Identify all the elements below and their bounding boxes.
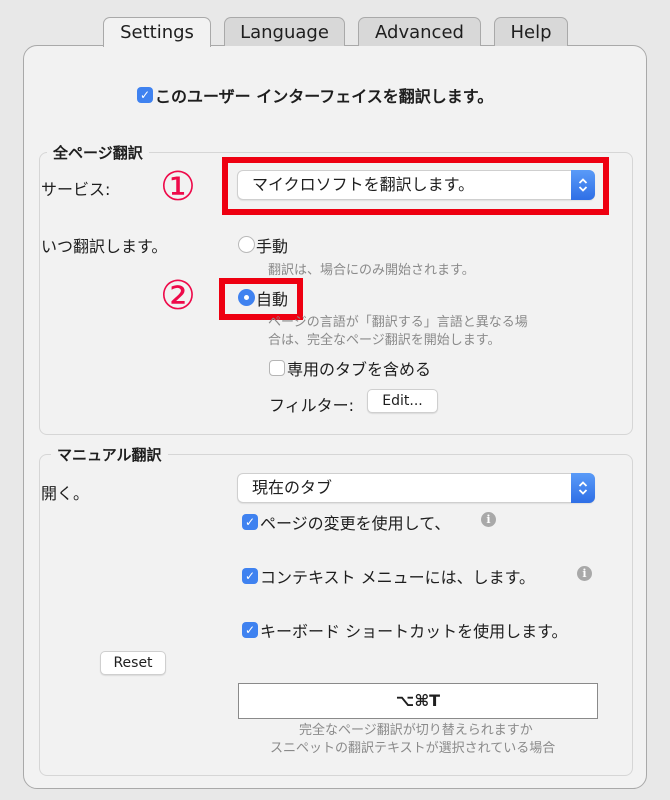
context-menu-checkbox[interactable]: ✓ [242, 568, 258, 584]
shortcut-hint-line1: 完全なページ翻訳が切り替えられますか [299, 723, 533, 738]
open-in-select-value: 現在のタブ [252, 478, 333, 497]
service-select[interactable]: マイクロソフトを翻訳します。 [237, 170, 595, 200]
use-page-change-label: ページの変更を使用して、 [260, 514, 451, 533]
open-in-select[interactable]: 現在のタブ [237, 473, 595, 503]
info-icon[interactable]: i [577, 566, 592, 581]
auto-radio-label: 自動 [256, 290, 289, 309]
keyboard-shortcut-checkbox[interactable]: ✓ [242, 622, 258, 638]
checkmark-icon: ✓ [139, 88, 151, 102]
translate-ui-checkbox[interactable]: ✓ [137, 87, 153, 103]
tab-bar: Settings Language Advanced Help [0, 17, 670, 47]
updown-chevron-icon [571, 170, 595, 200]
context-menu-label: コンテキスト メニューには、します。 [260, 568, 536, 587]
shortcut-hint-line2: スニペットの翻訳テキストが選択されている場合 [270, 741, 556, 756]
keyboard-shortcut-label: キーボード ショートカットを使用します。 [260, 622, 568, 641]
service-label: サービス: [41, 180, 111, 199]
checkmark-icon: ✓ [244, 623, 256, 637]
auto-radio[interactable] [238, 289, 255, 306]
manual-title: マニュアル翻訳 [51, 444, 168, 465]
manual-radio-label: 手動 [256, 237, 289, 256]
open-label: 開く。 [41, 484, 90, 503]
include-private-label: 専用のタブを含める [287, 360, 432, 379]
service-select-value: マイクロソフトを翻訳します。 [252, 175, 475, 194]
tab-settings[interactable]: Settings [103, 17, 211, 47]
tab-advanced[interactable]: Advanced [358, 17, 481, 46]
tab-help[interactable]: Help [494, 17, 568, 46]
info-icon[interactable]: i [481, 512, 496, 527]
tab-language[interactable]: Language [224, 17, 345, 46]
full-page-title: 全ページ翻訳 [47, 142, 149, 163]
reset-button[interactable]: Reset [100, 651, 166, 675]
use-page-change-checkbox[interactable]: ✓ [242, 514, 258, 530]
include-private-checkbox[interactable] [269, 360, 285, 376]
translate-ui-label: このユーザー インターフェイスを翻訳します。 [155, 87, 494, 106]
when-label: いつ翻訳します。 [41, 237, 168, 256]
auto-hint-line1: ページの言語が「翻訳する」言語と異なる場 [268, 315, 528, 330]
manual-radio[interactable] [238, 236, 255, 253]
annotation-marker-1: ① [160, 164, 196, 210]
shortcut-recorder-field[interactable]: ⌥⌘T [238, 683, 598, 719]
updown-chevron-icon [571, 473, 595, 503]
annotation-marker-2: ② [160, 273, 196, 319]
filter-label: フィルター: [269, 396, 355, 415]
checkmark-icon: ✓ [244, 515, 256, 529]
auto-hint-line2: 合は、完全なページ翻訳を開始します。 [268, 333, 501, 348]
edit-filter-button[interactable]: Edit... [367, 389, 438, 413]
checkmark-icon: ✓ [244, 569, 256, 583]
